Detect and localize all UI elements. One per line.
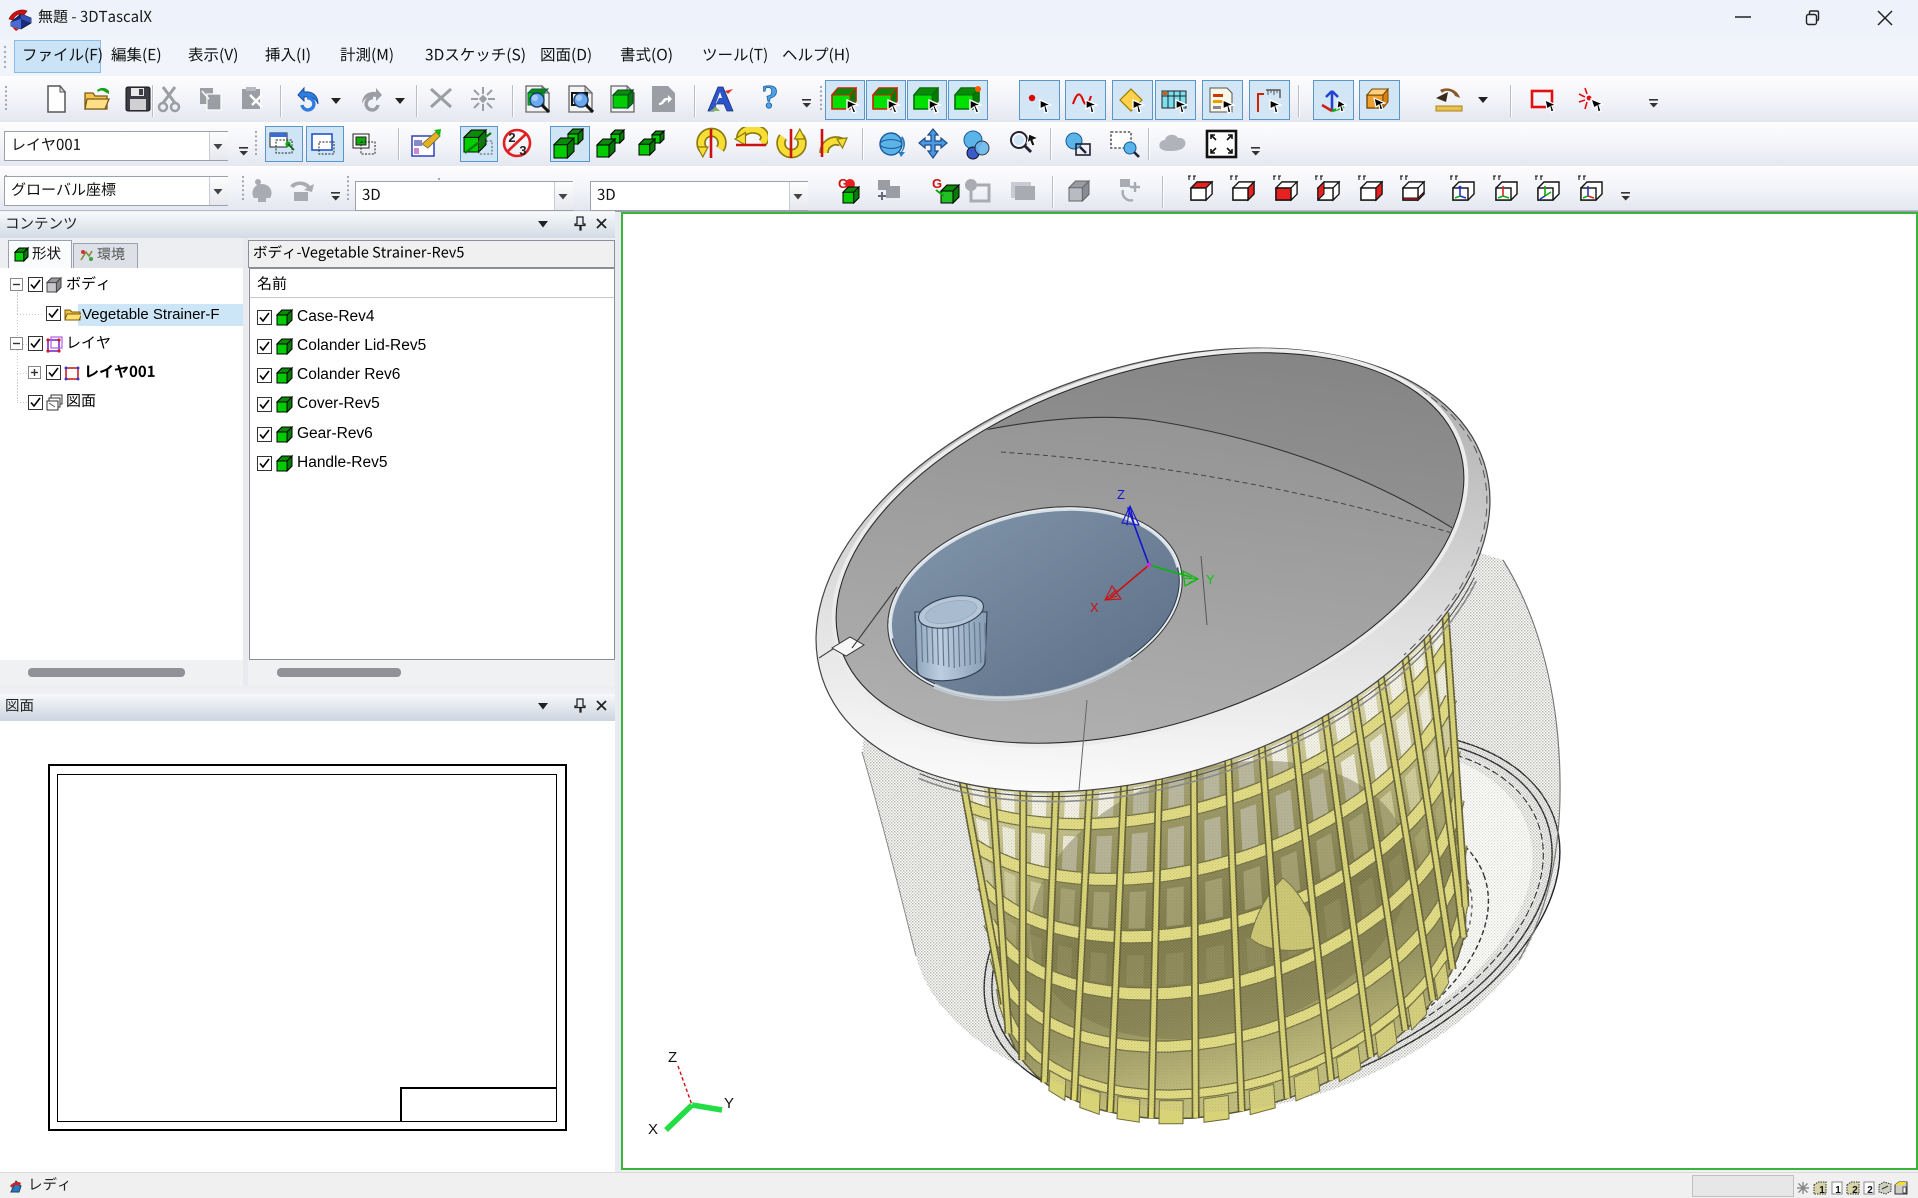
svg-text:1: 1 bbox=[1835, 1185, 1841, 1195]
svg-text:1: 1 bbox=[1819, 1185, 1825, 1195]
svg-text:Y: Y bbox=[724, 1095, 734, 1112]
svg-text:X: X bbox=[648, 1121, 658, 1138]
svg-text:2: 2 bbox=[1867, 1185, 1873, 1195]
svg-text:Z: Z bbox=[1117, 487, 1125, 502]
svg-text:3: 3 bbox=[519, 143, 526, 158]
svg-text:?: ? bbox=[762, 82, 779, 114]
svg-text:X: X bbox=[1090, 600, 1099, 615]
svg-text:2: 2 bbox=[1852, 1185, 1858, 1195]
svg-text:G: G bbox=[932, 176, 942, 191]
svg-text:Z: Z bbox=[668, 1049, 677, 1066]
svg-text:2: 2 bbox=[508, 130, 515, 145]
svg-text:Y: Y bbox=[1206, 572, 1215, 587]
